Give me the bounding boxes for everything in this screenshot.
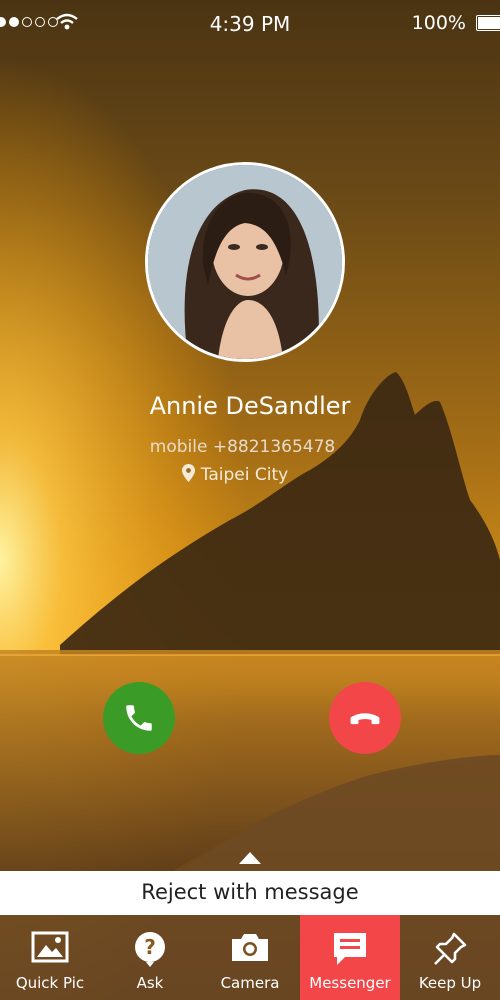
caller-location-text: Taipei City [200, 465, 289, 485]
quick-pic-button[interactable]: Quick Pic [0, 915, 100, 1000]
question-icon: ? [135, 932, 165, 967]
camera-icon [232, 934, 268, 961]
battery-icon [476, 15, 500, 31]
messenger-button[interactable]: Messenger [300, 915, 400, 1000]
decline-call-button[interactable] [329, 682, 401, 754]
camera-label: Camera [220, 974, 280, 992]
caller-avatar [145, 162, 345, 362]
ask-button[interactable]: ? Ask [100, 915, 200, 1000]
camera-button[interactable]: Camera [200, 915, 300, 1000]
caller-name: Annie DeSandler [149, 392, 351, 420]
hang-up-icon [350, 713, 380, 725]
phone-icon [126, 705, 152, 731]
picture-icon [31, 931, 69, 963]
messenger-label: Messenger [309, 974, 391, 992]
bottom-action-bar: Quick Pic ? Ask Camera Messenger Keep Up [0, 915, 500, 1000]
caller-location: Taipei City [0, 464, 470, 485]
svg-text:?: ? [144, 935, 156, 959]
sunset-background [0, 0, 500, 1000]
pin-icon [434, 932, 467, 965]
caller-number-text: mobile +8821365478 [149, 437, 336, 457]
keep-up-button[interactable]: Keep Up [400, 915, 500, 1000]
location-pin-icon [181, 464, 195, 482]
ask-label: Ask [136, 974, 164, 992]
quick-pic-label: Quick Pic [15, 974, 85, 992]
status-bar: 4:39 PM 100% [0, 0, 500, 48]
chevron-up-icon[interactable] [239, 851, 261, 864]
reject-with-message-button[interactable]: Reject with message [0, 871, 500, 915]
battery-percent: 100% [411, 12, 466, 34]
caller-number: mobile +8821365478 [0, 437, 485, 457]
accept-call-button[interactable] [103, 682, 175, 754]
keep-up-label: Keep Up [418, 974, 482, 992]
chat-icon [334, 933, 366, 965]
